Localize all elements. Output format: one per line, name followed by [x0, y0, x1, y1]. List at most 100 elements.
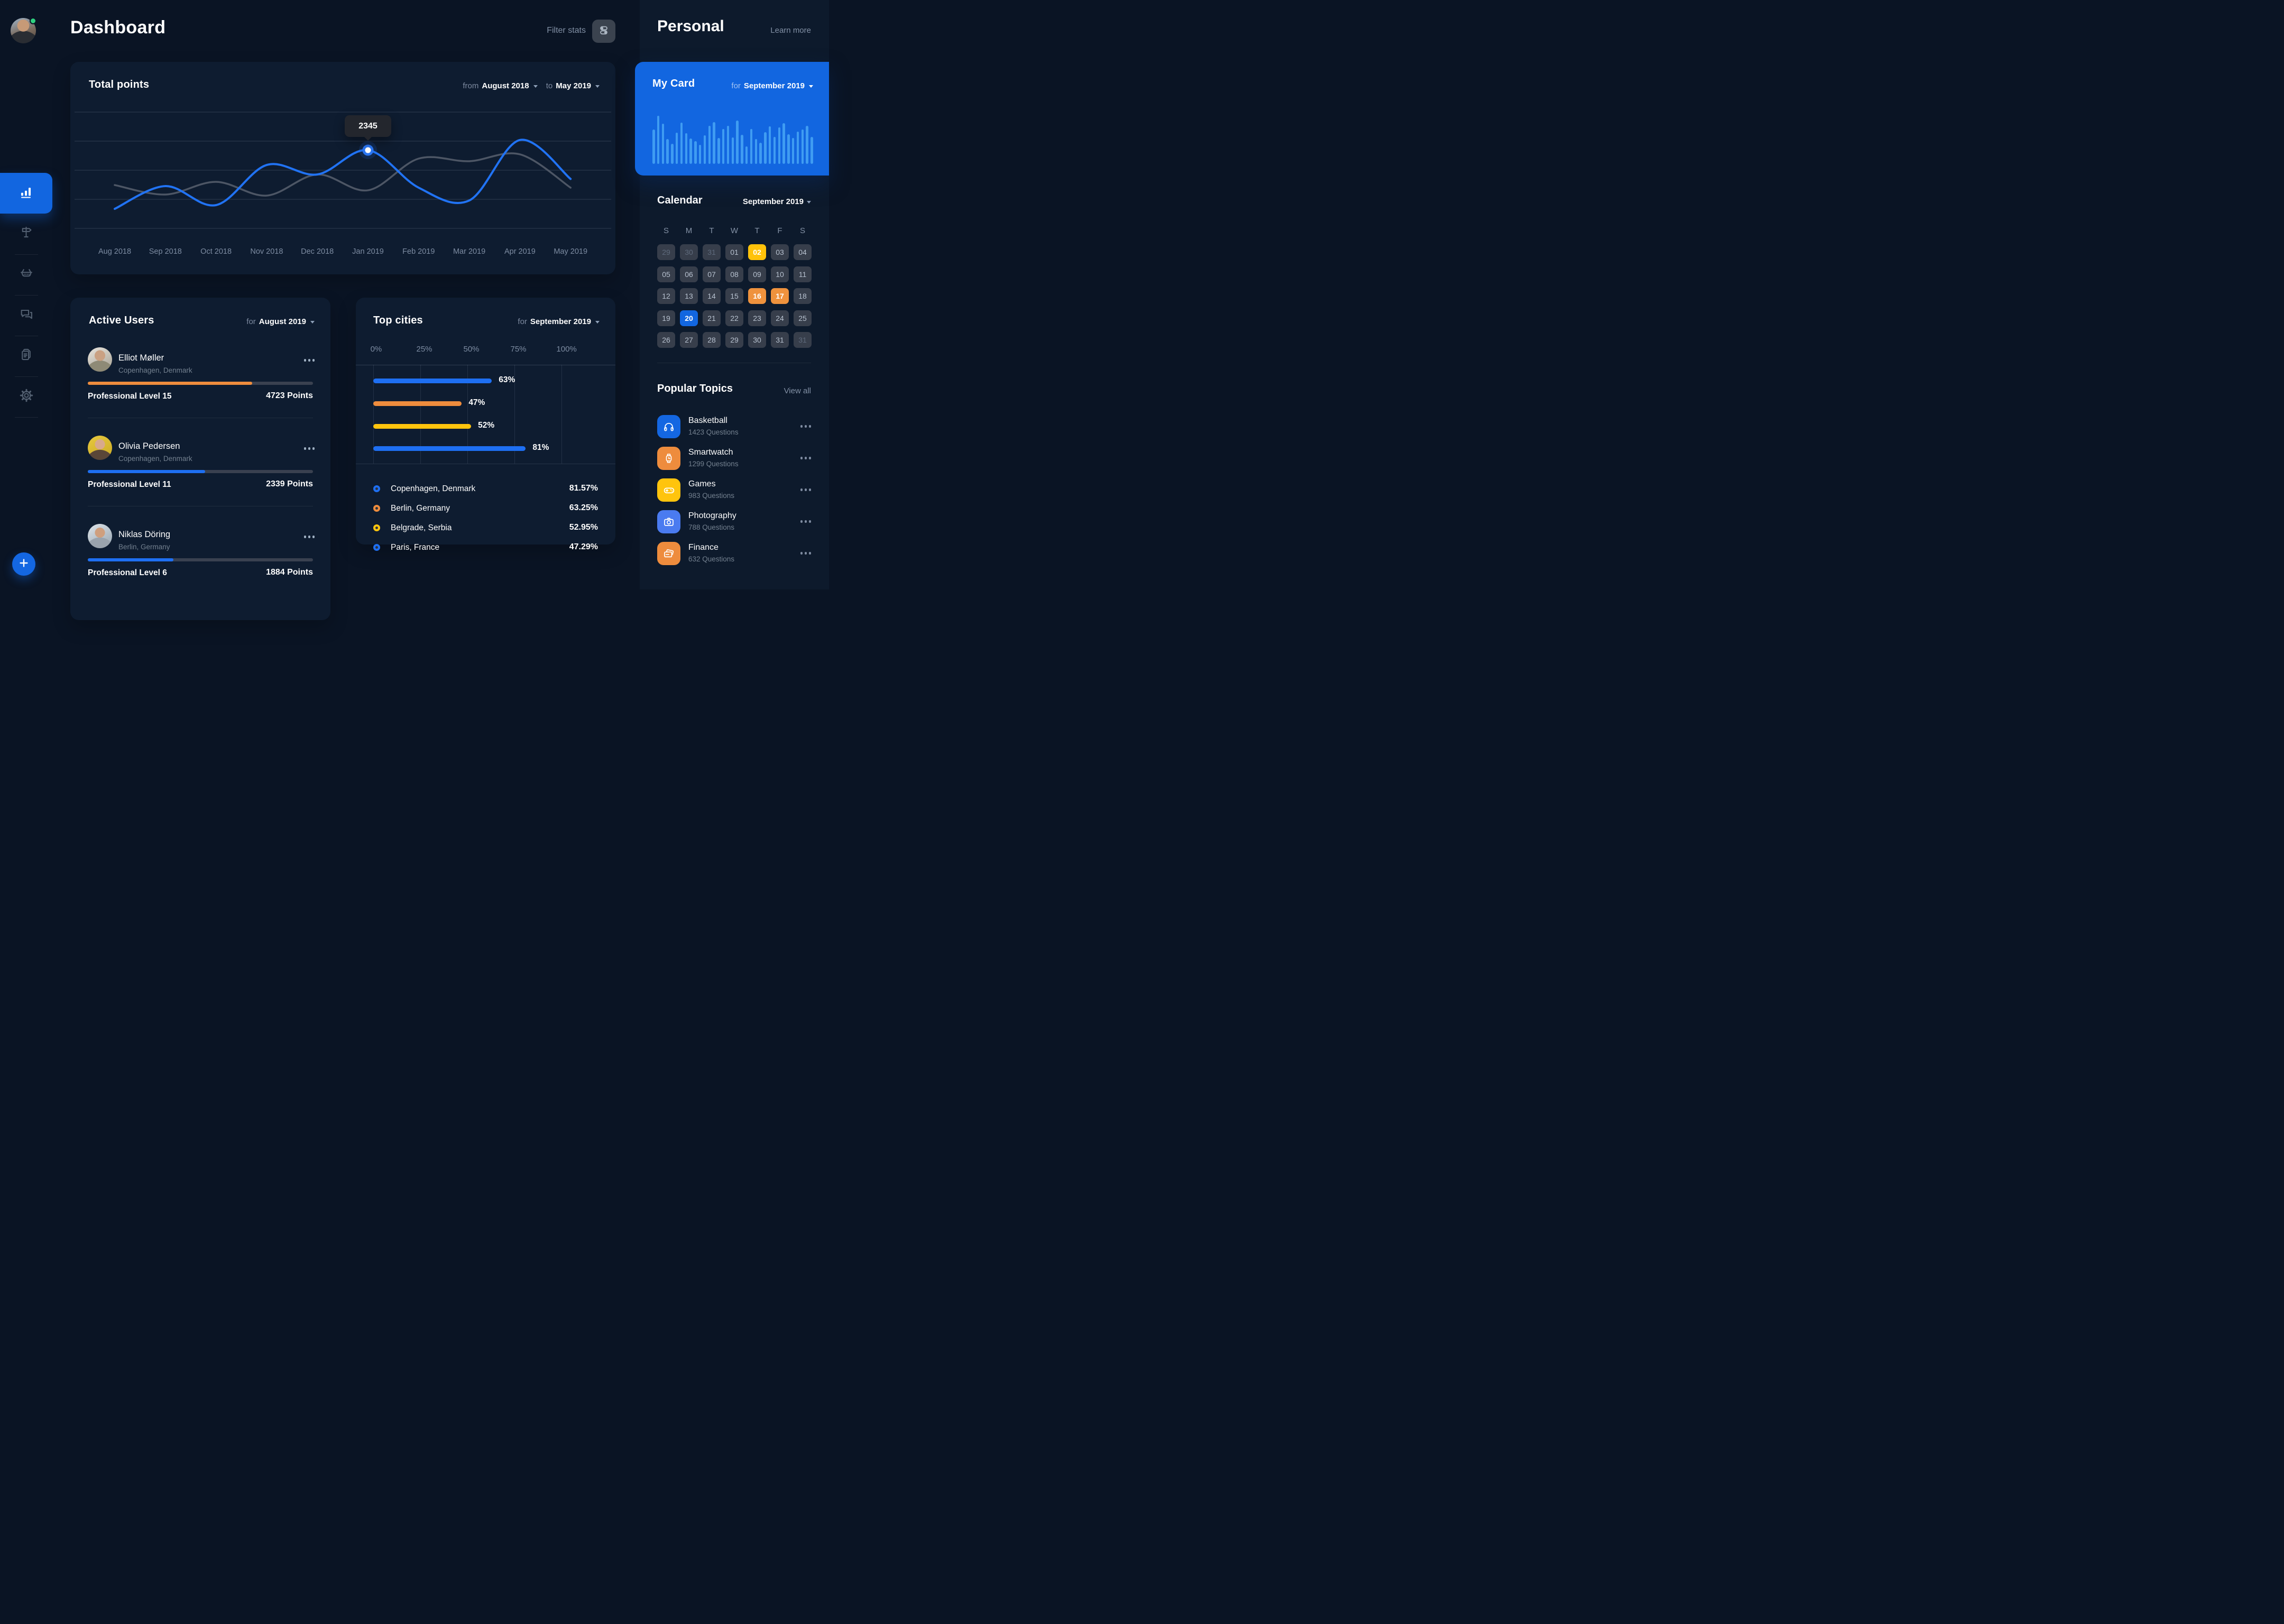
calendar-day[interactable]: 22 [725, 310, 743, 326]
calendar-day[interactable]: 20 [680, 310, 698, 326]
calendar-day-headers: SMTWTFS [657, 226, 812, 235]
user-avatar[interactable] [88, 524, 112, 548]
wave-bar [662, 124, 665, 164]
calendar-day[interactable]: 29 [657, 244, 675, 260]
sidebar-item-stats[interactable] [0, 173, 52, 214]
chevron-down-icon[interactable] [807, 201, 811, 204]
calendar-day[interactable]: 08 [725, 266, 743, 282]
total-points-line-chart[interactable] [70, 62, 615, 274]
legend-city: Paris, France [391, 543, 439, 552]
wave-bar [732, 137, 734, 164]
calendar-day[interactable]: 26 [657, 332, 675, 348]
chevron-down-icon[interactable] [595, 321, 600, 324]
topic-row[interactable]: Games 983 Questions [640, 478, 829, 502]
filter-stats-button[interactable] [592, 20, 615, 43]
calendar-day[interactable]: 31 [794, 332, 812, 348]
sidebar-item-messages[interactable] [0, 301, 52, 329]
sidebar-divider [15, 295, 38, 296]
calendar-day[interactable]: 24 [771, 310, 789, 326]
topic-row[interactable]: Finance 632 Questions [640, 542, 829, 565]
calendar-day[interactable]: 31 [771, 332, 789, 348]
calendar-day[interactable]: 02 [748, 244, 766, 260]
calendar-day[interactable]: 31 [703, 244, 721, 260]
user-avatar[interactable] [88, 436, 112, 460]
active-users-card: Active Users forAugust 2019 Elliot Mølle… [70, 298, 330, 620]
for-label: for [731, 81, 741, 90]
user-avatar[interactable] [88, 347, 112, 372]
wave-bar [811, 137, 813, 164]
calendar-day[interactable]: 01 [725, 244, 743, 260]
calendar-day[interactable]: 12 [657, 288, 675, 304]
calendar-day[interactable]: 07 [703, 266, 721, 282]
more-options-icon[interactable] [798, 552, 811, 555]
more-options-icon[interactable] [302, 536, 315, 538]
day-header: S [657, 226, 675, 235]
calendar-day[interactable]: 09 [748, 266, 766, 282]
calendar-day[interactable]: 30 [680, 244, 698, 260]
smartwatch-icon [657, 447, 680, 470]
topic-name: Finance [688, 543, 719, 552]
chevron-down-icon[interactable] [809, 85, 813, 88]
city-bar [373, 424, 471, 429]
period-value[interactable]: September 2019 [744, 81, 805, 90]
calendar-day[interactable]: 15 [725, 288, 743, 304]
calendar-day[interactable]: 18 [794, 288, 812, 304]
calendar-day[interactable]: 16 [748, 288, 766, 304]
calendar-day[interactable]: 10 [771, 266, 789, 282]
calendar-day[interactable]: 17 [771, 288, 789, 304]
progress-fill [88, 470, 205, 473]
more-options-icon[interactable] [798, 488, 811, 491]
period-value[interactable]: September 2019 [530, 317, 591, 326]
more-options-icon[interactable] [798, 425, 811, 428]
calendar-day[interactable]: 05 [657, 266, 675, 282]
sidebar-item-shop[interactable] [0, 260, 52, 289]
wave-bar [750, 129, 753, 164]
calendar-day[interactable]: 03 [771, 244, 789, 260]
topic-row[interactable]: Photography 788 Questions [640, 510, 829, 533]
sidebar-item-milestones[interactable] [0, 219, 52, 247]
calendar-day[interactable]: 23 [748, 310, 766, 326]
add-button[interactable] [12, 552, 35, 576]
basket-icon [19, 266, 34, 283]
calendar-day[interactable]: 27 [680, 332, 698, 348]
day-header: W [725, 226, 743, 235]
calendar-period[interactable]: September 2019 [743, 197, 811, 206]
active-users-range: forAugust 2019 [246, 317, 315, 326]
sidebar-item-documents[interactable] [0, 342, 52, 370]
chevron-down-icon[interactable] [310, 321, 315, 324]
calendar-day[interactable]: 11 [794, 266, 812, 282]
calendar-day[interactable]: 04 [794, 244, 812, 260]
more-options-icon[interactable] [302, 359, 315, 362]
x-axis-tick: Apr 2019 [494, 247, 545, 256]
calendar-day[interactable]: 29 [725, 332, 743, 348]
topic-row[interactable]: Smartwatch 1299 Questions [640, 447, 829, 470]
topic-row[interactable]: Basketball 1423 Questions [640, 415, 829, 438]
learn-more-link[interactable]: Learn more [770, 26, 811, 35]
wave-bar [792, 138, 795, 164]
top-cities-range: forSeptember 2019 [518, 317, 600, 326]
legend-city: Belgrade, Serbia [391, 523, 452, 533]
city-bar [373, 379, 492, 383]
avatar[interactable] [11, 18, 36, 43]
calendar-day[interactable]: 19 [657, 310, 675, 326]
more-options-icon[interactable] [302, 447, 315, 450]
more-options-icon[interactable] [798, 520, 811, 523]
bar-value-label: 47% [468, 398, 485, 408]
period-value[interactable]: August 2019 [259, 317, 306, 326]
legend-value: 47.29% [569, 542, 598, 552]
day-header: T [703, 226, 721, 235]
filter-stats-label[interactable]: Filter stats [547, 26, 586, 35]
top-cities-card: Top cities forSeptember 2019 0%25%50%75%… [356, 298, 615, 545]
calendar-day[interactable]: 25 [794, 310, 812, 326]
view-all-link[interactable]: View all [784, 386, 811, 395]
calendar-day[interactable]: 30 [748, 332, 766, 348]
calendar-day[interactable]: 06 [680, 266, 698, 282]
user-name: Elliot Møller [118, 353, 164, 363]
x-axis-tick: Jan 2019 [343, 247, 393, 256]
calendar-day[interactable]: 21 [703, 310, 721, 326]
more-options-icon[interactable] [798, 457, 811, 459]
calendar-day[interactable]: 13 [680, 288, 698, 304]
calendar-day[interactable]: 28 [703, 332, 721, 348]
sidebar-item-settings[interactable] [0, 382, 52, 411]
calendar-day[interactable]: 14 [703, 288, 721, 304]
